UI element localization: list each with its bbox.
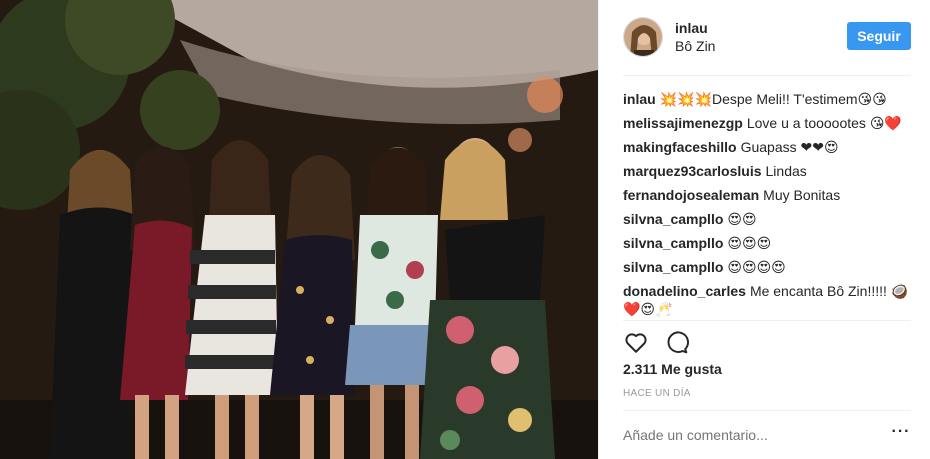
comment-item: melissajimenezgp Love u a toooootes 😘❤️ (623, 111, 913, 135)
post-details-panel: inlau Bô Zin Seguir inlau 💥💥💥Despe Meli!!… (598, 0, 930, 459)
comment-item: inlau 💥💥💥Despe Meli!! T'estimem😘😘 (623, 87, 913, 111)
comment-text: 😍😍 (727, 211, 757, 227)
comment-username[interactable]: fernandojosealeman (623, 187, 759, 203)
comment-input[interactable] (623, 427, 891, 443)
comment-username[interactable]: silvna_campllo (623, 235, 723, 251)
comment-text: Lindas (765, 163, 807, 179)
comment-text: 😍😍😍😍 (727, 259, 786, 275)
comment-item: silvna_campllo 😍😍😍 (623, 231, 913, 255)
post-header: inlau Bô Zin Seguir (623, 14, 911, 60)
comment-icon[interactable] (663, 329, 689, 355)
comments-divider (623, 320, 911, 321)
comment-username[interactable]: silvna_campllo (623, 259, 723, 275)
comment-form: ··· (623, 420, 911, 450)
comment-text: Guapass ❤❤😍 (740, 139, 839, 155)
comment-username[interactable]: marquez93carlosluis (623, 163, 762, 179)
comment-text: 😍😍😍 (727, 235, 772, 251)
comment-text: 💥💥💥Despe Meli!! T'estimem😘😘 (659, 91, 887, 107)
header-divider (623, 75, 911, 76)
more-options-icon[interactable]: ··· (891, 424, 911, 445)
comment-username[interactable]: donadelino_carles (623, 283, 746, 299)
avatar[interactable] (623, 17, 663, 57)
comments-list: inlau 💥💥💥Despe Meli!! T'estimem😘😘 melissa… (623, 87, 913, 318)
comment-item: silvna_campllo 😍😍 (623, 207, 913, 231)
comment-username[interactable]: silvna_campllo (623, 211, 723, 227)
post-photo-illustration (0, 0, 598, 459)
comment-item: makingfaceshillo Guapass ❤❤😍 (623, 135, 913, 159)
comment-item: donadelino_carles Me encanta Bô Zin!!!!! … (623, 279, 913, 318)
comment-username[interactable]: makingfaceshillo (623, 139, 737, 155)
comment-text: Love u a toooootes 😘❤️ (746, 115, 902, 131)
avatar-image (624, 18, 662, 56)
post-actions (623, 328, 703, 356)
comment-item: fernandojosealeman Muy Bonitas (623, 183, 913, 207)
comment-username[interactable]: melissajimenezgp (623, 115, 743, 131)
follow-button[interactable]: Seguir (847, 22, 911, 50)
comment-item: marquez93carlosluis Lindas (623, 159, 913, 183)
comment-username[interactable]: inlau (623, 91, 656, 107)
comment-item: silvna_campllo 😍😍😍😍 (623, 255, 913, 279)
heart-icon[interactable] (623, 329, 649, 355)
post-photo[interactable] (0, 0, 598, 459)
comment-text: Muy Bonitas (763, 187, 841, 203)
likes-count[interactable]: 2.311 Me gusta (623, 361, 722, 377)
post-timestamp[interactable]: HACE UN DÍA (623, 388, 691, 399)
actions-divider (623, 410, 911, 411)
